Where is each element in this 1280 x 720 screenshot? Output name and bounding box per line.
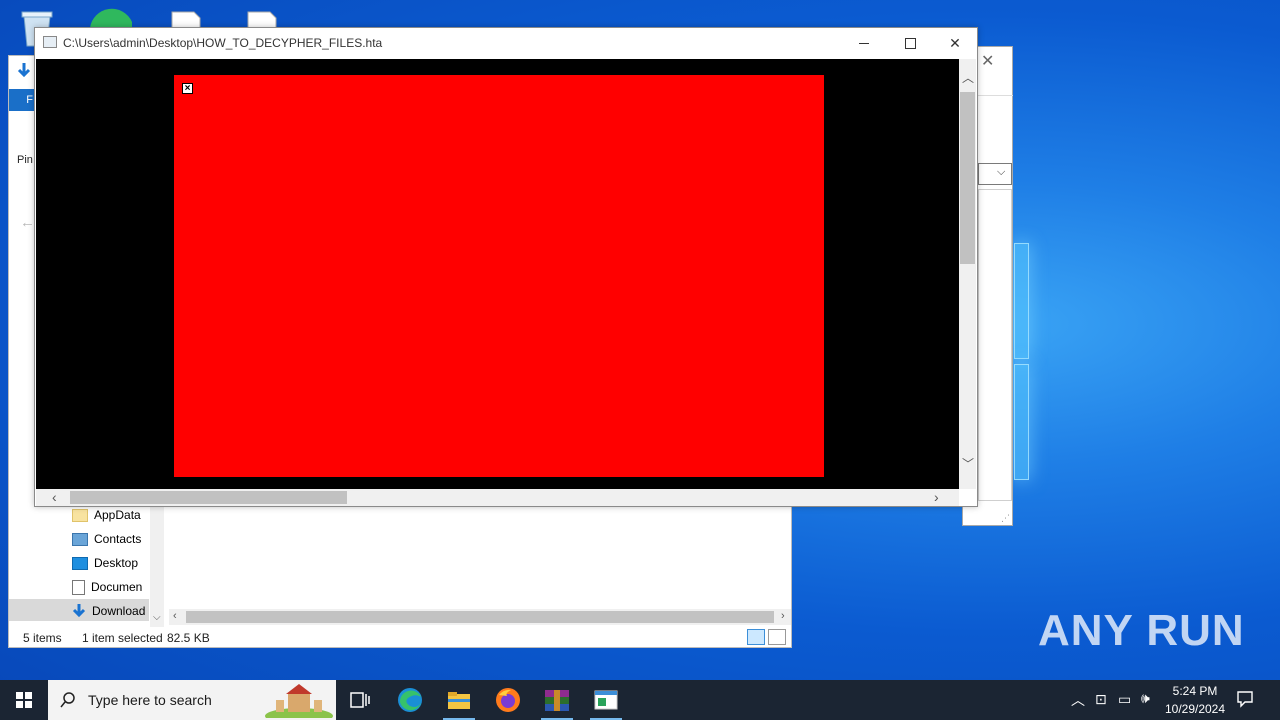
notification-icon (1237, 691, 1253, 708)
minimize-icon (859, 42, 869, 44)
nav-item-label: Contacts (94, 532, 142, 546)
close-button[interactable]: ✕ (932, 28, 978, 58)
nav-item-label: Documen (91, 580, 143, 594)
status-item-count: 5 items (23, 631, 62, 645)
scroll-down-icon[interactable]: ﹀ (962, 455, 974, 472)
nav-item-documents[interactable]: Documen (72, 576, 150, 598)
status-selection: 1 item selected (82, 631, 163, 645)
maximize-button[interactable] (887, 28, 933, 58)
anyrun-watermark: ANY RUN (1038, 606, 1245, 655)
nav-item-appdata[interactable]: AppData (72, 504, 150, 526)
chevron-down-icon[interactable]: ⌵ (153, 612, 161, 623)
chevron-down-icon: ⌵ (997, 166, 1006, 178)
scroll-left-icon[interactable]: ‹ (52, 489, 57, 505)
taskbar-winrar[interactable] (533, 680, 581, 720)
window-title: C:\Users\admin\Desktop\HOW_TO_DECYPHER_F… (63, 36, 383, 50)
clock-date[interactable]: 10/29/2024 (1160, 702, 1230, 716)
hta-content-area: × (36, 59, 959, 489)
details-view-button[interactable] (747, 629, 765, 645)
hta-horizontal-scrollbar[interactable]: ‹ › (36, 489, 959, 506)
ransom-note-panel: × (174, 75, 824, 477)
content-horizontal-scrollbar[interactable]: ‹ › (169, 609, 791, 625)
status-size: 82.5 KB (167, 631, 210, 645)
minimize-button[interactable] (841, 28, 887, 58)
dialog-close-icon[interactable]: ✕ (981, 51, 994, 71)
large-icons-view-button[interactable] (768, 629, 786, 645)
hta-window: C:\Users\admin\Desktop\HOW_TO_DECYPHER_F… (34, 27, 978, 507)
close-icon: ✕ (949, 34, 961, 51)
windows-start-icon (16, 692, 32, 708)
search-placeholder: Type here to search (88, 692, 212, 708)
hta-app-icon (594, 690, 618, 710)
hta-vertical-scrollbar[interactable]: ︿ ﹀ (959, 59, 976, 489)
edge-icon (398, 688, 422, 712)
nav-item-desktop[interactable]: Desktop (72, 552, 150, 574)
scrollbar-thumb[interactable] (186, 611, 774, 623)
notifications-button[interactable] (1236, 690, 1256, 710)
hta-title-bar[interactable]: C:\Users\admin\Desktop\HOW_TO_DECYPHER_F… (35, 28, 977, 58)
tray-network-adapter-icon[interactable]: ⊡ (1095, 691, 1107, 708)
winrar-icon (545, 690, 569, 711)
firefox-icon (496, 688, 520, 712)
documents-icon (72, 579, 85, 595)
resize-grip-icon[interactable]: ⋰ (1001, 513, 1010, 524)
contacts-icon (72, 532, 88, 546)
scrollbar-thumb[interactable] (960, 92, 975, 264)
search-highlight-castle-icon (265, 684, 333, 718)
scroll-right-icon[interactable]: › (781, 610, 785, 622)
scrollbar-thumb[interactable] (70, 491, 347, 504)
search-icon (60, 692, 75, 708)
nav-pane-scrollbar[interactable]: ⌵ (150, 504, 164, 627)
taskbar-edge[interactable] (386, 680, 434, 720)
tray-overflow-chevron-icon[interactable]: ︿ (1071, 690, 1085, 710)
nav-item-contacts[interactable]: Contacts (72, 528, 150, 550)
status-bar: 5 items 1 item selected 82.5 KB (9, 627, 791, 647)
quick-access-download-icon[interactable] (15, 62, 33, 80)
back-arrow-icon[interactable]: ← (20, 214, 35, 231)
ribbon-file-tab[interactable]: F (9, 89, 36, 111)
scroll-left-icon[interactable]: ‹ (173, 610, 177, 622)
file-explorer-icon (448, 692, 470, 709)
clock-time[interactable]: 5:24 PM (1164, 684, 1226, 698)
task-view-button[interactable] (336, 680, 384, 720)
windows-logo-glow-top (1014, 243, 1029, 359)
nav-item-label: Desktop (94, 556, 139, 570)
taskbar-hta-app[interactable] (582, 680, 630, 720)
taskbar-search-box[interactable]: Type here to search (48, 680, 336, 720)
pin-button-label[interactable]: Pin (17, 154, 33, 166)
windows-logo-glow-bottom (1014, 364, 1029, 480)
dialog-list-area (978, 189, 1012, 501)
scroll-right-icon[interactable]: › (934, 489, 939, 505)
folder-icon (72, 508, 88, 522)
hta-app-icon (43, 36, 57, 48)
nav-item-downloads[interactable]: Download (72, 600, 150, 622)
close-box-icon[interactable]: × (182, 83, 193, 94)
nav-item-label: AppData (94, 508, 141, 522)
dialog-separator (978, 95, 1013, 96)
downloads-icon (72, 604, 86, 618)
taskbar-firefox[interactable] (484, 680, 532, 720)
network-icon[interactable]: ▭ (1118, 691, 1131, 708)
taskbar: Type here to search ︿ ⊡ ▭ 🕪 5:24 PM 10/2… (0, 680, 1280, 720)
taskbar-file-explorer[interactable] (435, 680, 483, 720)
nav-item-label: Download (92, 604, 146, 618)
volume-icon[interactable]: 🕪 (1141, 690, 1150, 707)
scroll-up-icon[interactable]: ︿ (962, 69, 974, 86)
dialog-dropdown[interactable]: ⌵ (978, 163, 1012, 185)
desktop-folder-icon (72, 556, 88, 570)
maximize-icon (904, 37, 916, 49)
task-view-icon (350, 692, 370, 708)
start-button[interactable] (0, 680, 48, 720)
